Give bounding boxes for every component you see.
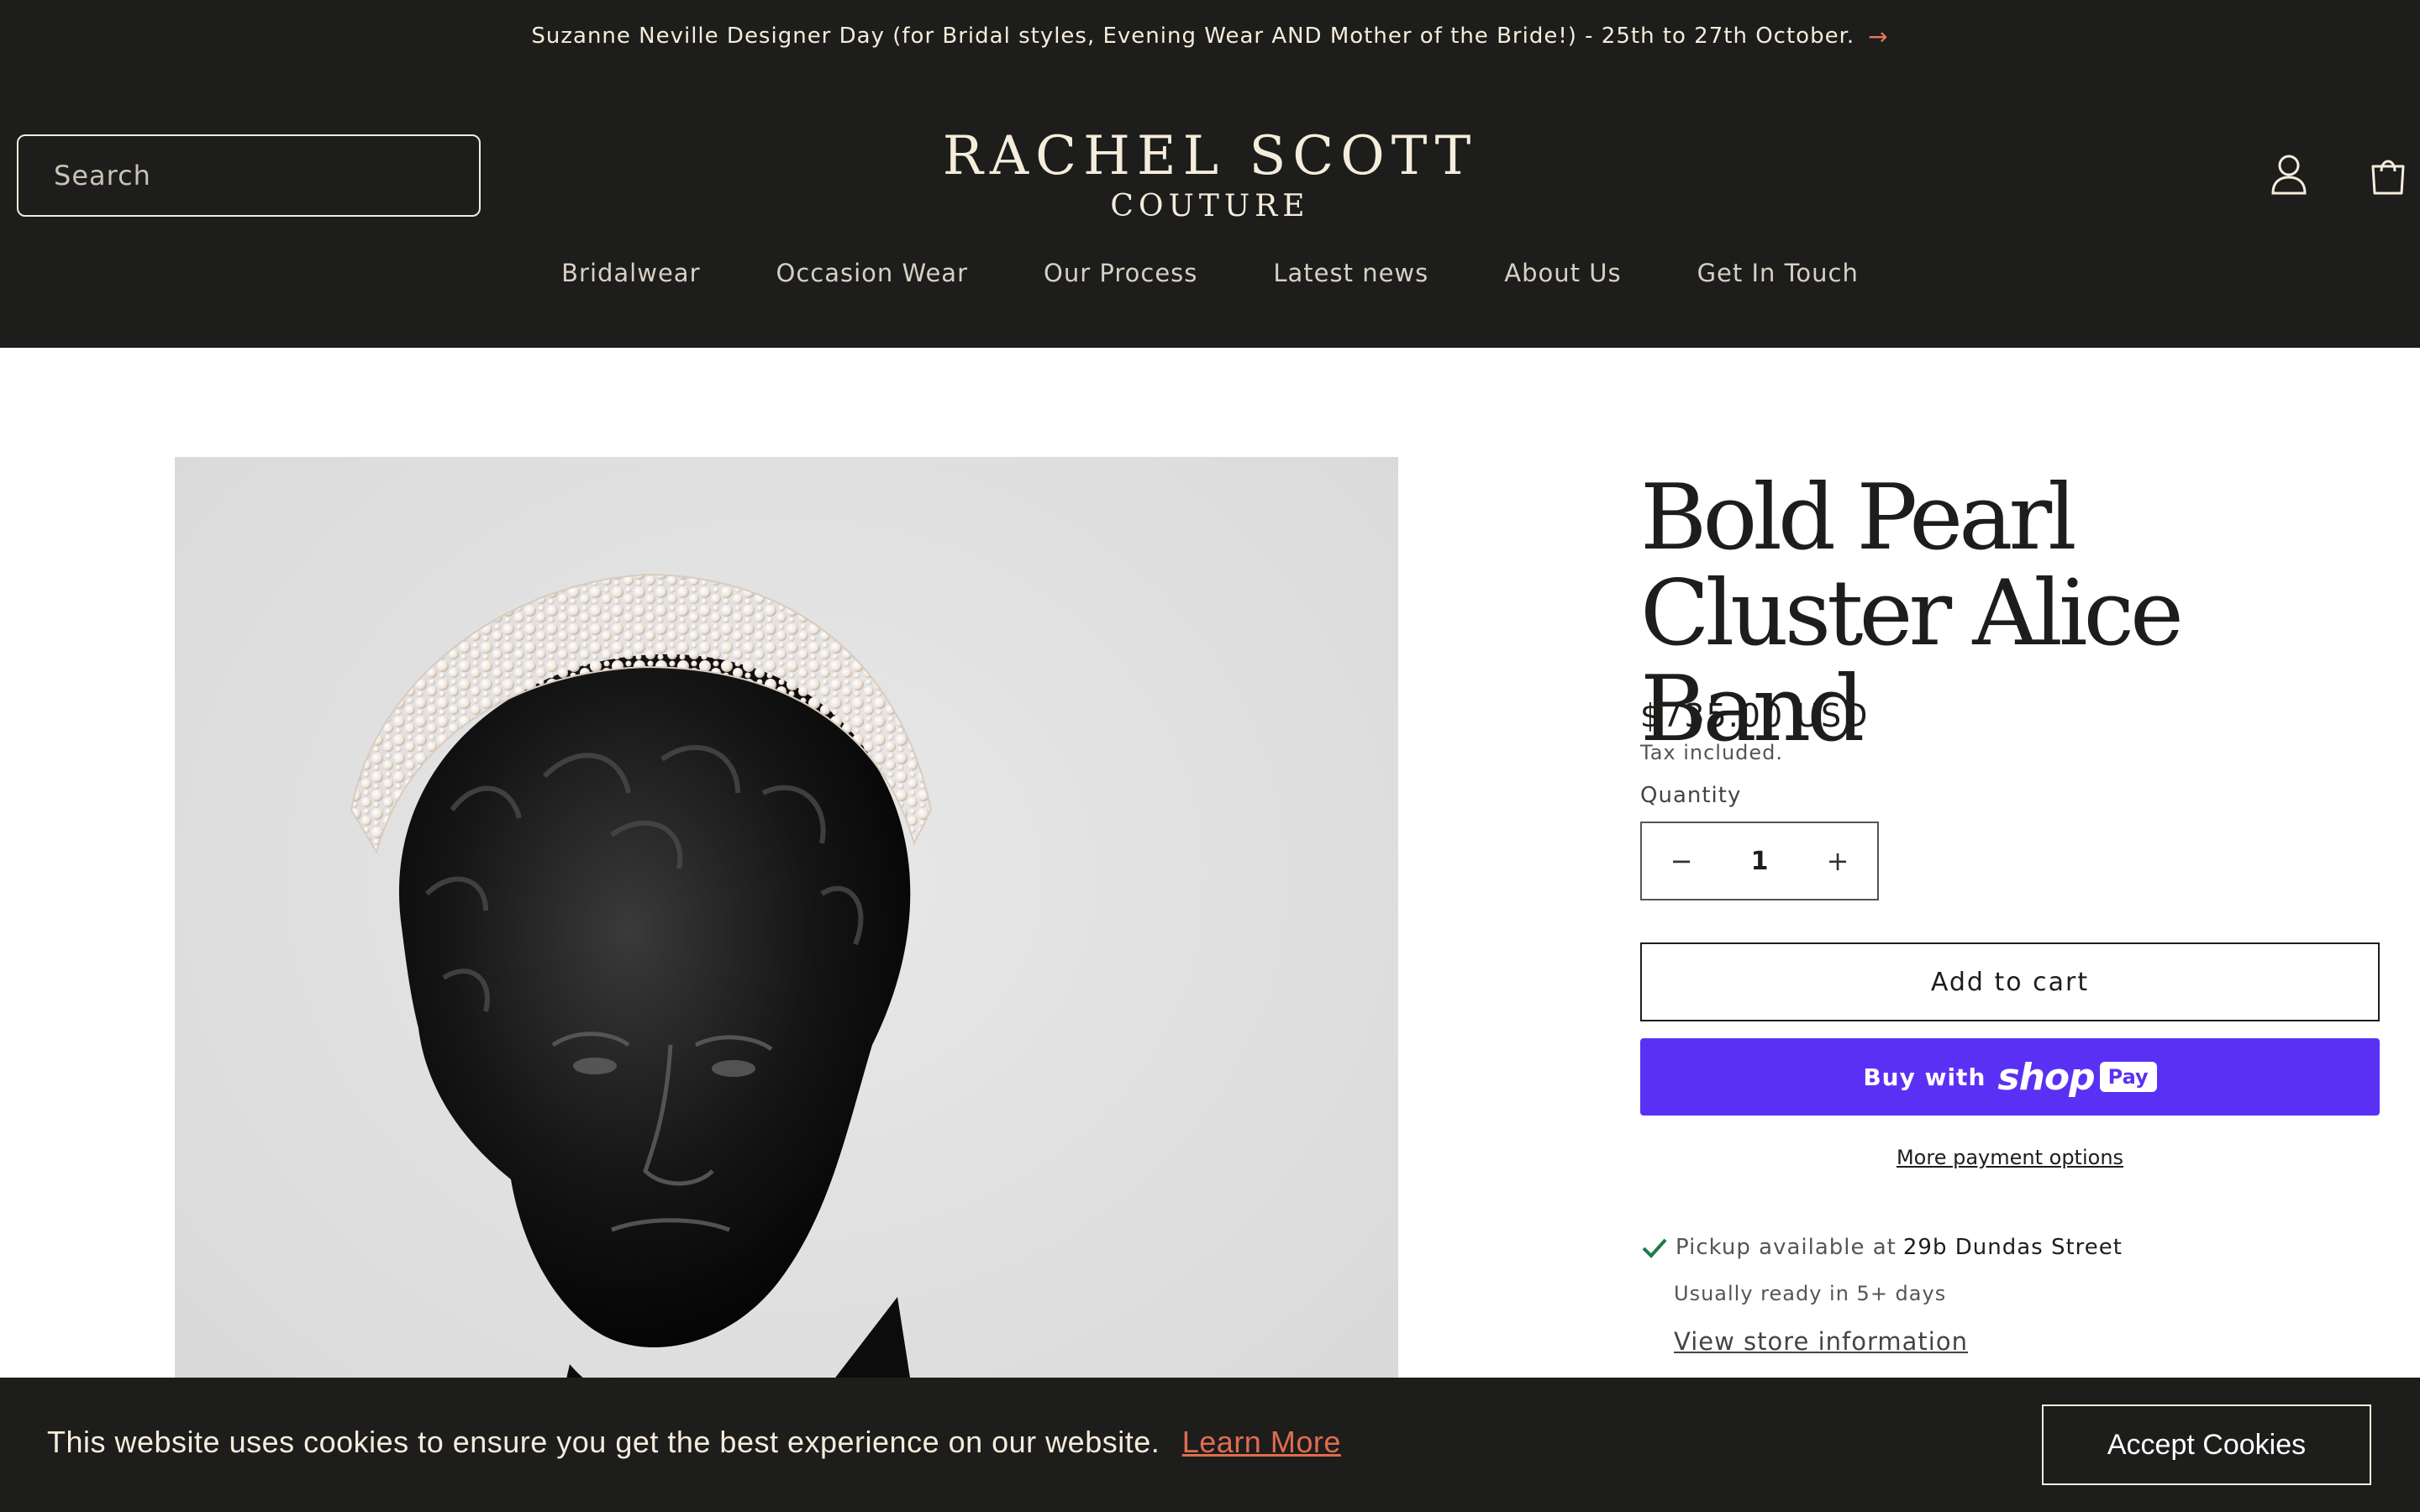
nav-item-about-us[interactable]: About Us (1504, 259, 1621, 287)
cart-icon[interactable] (2368, 153, 2408, 197)
product-price: $735.00 USD (1640, 697, 1870, 734)
logo-line-1: RACHEL SCOTT (942, 125, 1478, 187)
quantity-label: Quantity (1640, 783, 1742, 808)
search-input[interactable]: Search (17, 134, 481, 217)
cookie-message-container: This website uses cookies to ensure you … (47, 1425, 1341, 1460)
cookie-banner: This website uses cookies to ensure you … (0, 1378, 2420, 1512)
nav-item-occasion-wear[interactable]: Occasion Wear (776, 259, 969, 287)
add-to-cart-label: Add to cart (1930, 967, 2090, 997)
pickup-location: 29b Dundas Street (1902, 1235, 2123, 1260)
shop-pay-logo: shop (1997, 1055, 2095, 1099)
logo-line-2: COUTURE (1110, 189, 1310, 223)
view-store-information-link[interactable]: View store information (1674, 1327, 1968, 1356)
cookie-message: This website uses cookies to ensure you … (47, 1425, 1160, 1459)
bust-illustration (175, 457, 1398, 1512)
announcement-text[interactable]: Suzanne Neville Designer Day (for Bridal… (531, 24, 1854, 49)
product-image[interactable] (175, 457, 1398, 1512)
arrow-right-icon[interactable]: → (1868, 23, 1888, 50)
main-nav: Bridalwear Occasion Wear Our Process Lat… (0, 259, 2420, 287)
pickup-prefix: Pickup available at (1676, 1235, 1897, 1260)
site-logo[interactable]: RACHEL SCOTT COUTURE (908, 123, 1512, 223)
quantity-value[interactable]: 1 (1751, 847, 1769, 876)
accept-cookies-button[interactable]: Accept Cookies (2042, 1404, 2371, 1485)
quantity-increase-button[interactable]: + (1798, 845, 1877, 877)
nav-item-our-process[interactable]: Our Process (1044, 259, 1197, 287)
search-placeholder: Search (54, 160, 151, 192)
buy-with-label: Buy with (1863, 1063, 1986, 1091)
more-payment-options-link[interactable]: More payment options (1640, 1146, 2380, 1169)
add-to-cart-button[interactable]: Add to cart (1640, 942, 2380, 1021)
nav-item-get-in-touch[interactable]: Get In Touch (1697, 259, 1859, 287)
quantity-stepper: − 1 + (1640, 822, 1879, 900)
pickup-availability: Pickup available at 29b Dundas Street (1640, 1235, 2123, 1260)
check-icon (1642, 1238, 1667, 1258)
learn-more-link[interactable]: Learn More (1182, 1425, 1341, 1459)
announcement-bar[interactable]: Suzanne Neville Designer Day (for Bridal… (0, 0, 2420, 72)
accept-cookies-label: Accept Cookies (2107, 1428, 2307, 1461)
quantity-decrease-button[interactable]: − (1642, 845, 1721, 877)
nav-item-latest-news[interactable]: Latest news (1273, 259, 1428, 287)
tax-note: Tax included. (1640, 741, 1784, 764)
site-header: Search RACHEL SCOTT COUTURE Bridalwear O… (0, 72, 2420, 348)
ready-note: Usually ready in 5+ days (1674, 1282, 1947, 1305)
nav-item-bridalwear[interactable]: Bridalwear (561, 259, 700, 287)
shop-pay-button[interactable]: Buy with shop Pay (1640, 1038, 2380, 1116)
account-icon[interactable] (2269, 153, 2309, 197)
pay-badge: Pay (2099, 1062, 2157, 1092)
